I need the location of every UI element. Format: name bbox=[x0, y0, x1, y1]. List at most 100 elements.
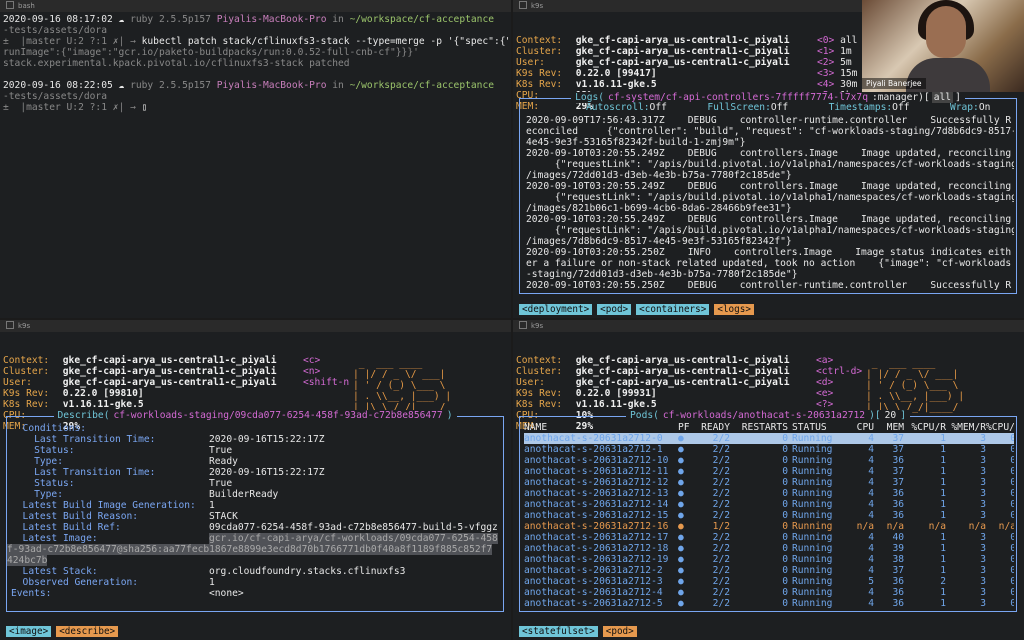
pod-row[interactable]: anothacat-s-20631a2712-18 ● 2/2 0 Running 4 39… bbox=[524, 543, 1014, 554]
column-header[interactable]: CPU bbox=[850, 422, 874, 433]
pod-row[interactable]: anothacat-s-20631a2712-15 ● 2/2 0 Running 4 36… bbox=[524, 510, 1014, 521]
breadcrumb-item[interactable]: <logs> bbox=[714, 304, 754, 315]
pod-row[interactable]: anothacat-s-20631a2712-2 ● 2/2 0 Running 4 37 1… bbox=[524, 565, 1014, 576]
pod-cell: 2/2 bbox=[712, 532, 730, 543]
pod-cell: 3 bbox=[980, 532, 986, 543]
breadcrumb-item[interactable]: <pod> bbox=[602, 626, 637, 637]
pod-name: anothacat-s-20631a2712-1 bbox=[524, 444, 663, 455]
pods-table[interactable]: NAME PF READY RESTARTS STATUS CPU MEM %CPU/R %ME… bbox=[524, 422, 1014, 609]
bash-pane[interactable]: bash 2020-09-16 08:17:02 ☁ ruby 2.5.5p15… bbox=[0, 0, 511, 318]
column-header[interactable]: %CPU/L bbox=[986, 422, 1014, 433]
describe-value: org.cloudfoundry.stacks.cflinuxfs3 bbox=[209, 566, 406, 577]
pod-cell: ● bbox=[678, 510, 684, 521]
pod-row[interactable]: anothacat-s-20631a2712-13 ● 2/2 0 Running 4 36… bbox=[524, 488, 1014, 499]
column-header[interactable]: RESTARTS bbox=[730, 422, 788, 433]
info-value: gke_cf-capi-arya_us-central1-c_piyali bbox=[57, 377, 277, 388]
describe-row: Latest Stack: org.cloudfoundry.stacks.cfl… bbox=[11, 566, 501, 577]
describe-wrap: f-93ad-c72b8e856477@sha256:aa77fecb1867e… bbox=[7, 544, 501, 555]
pod-cell: 2/2 bbox=[712, 543, 730, 554]
log-line: 2020-09-10T03:20:55.249Z DEBUG controlle… bbox=[526, 148, 1012, 159]
pod-row[interactable]: anothacat-s-20631a2712-17 ● 2/2 0 Running 4 40… bbox=[524, 532, 1014, 543]
pod-row[interactable]: anothacat-s-20631a2712-11 ● 2/2 0 Running 4 37… bbox=[524, 466, 1014, 477]
pod-cell: Running bbox=[792, 499, 833, 510]
describe-box[interactable]: Describe(cf-workloads-staging/09cda077-6… bbox=[6, 410, 504, 612]
k9s-pods-pane[interactable]: k9s Context: gke_cf-capi-arya_us-central… bbox=[513, 320, 1024, 640]
cursor[interactable]: ▯ bbox=[142, 102, 148, 113]
pod-cell: 1 bbox=[940, 477, 946, 488]
log-line: {"requestLink": "/apis/build.pivotal.io/… bbox=[526, 159, 1014, 170]
pod-row[interactable]: anothacat-s-20631a2712-10 ● 2/2 0 Running 4 36… bbox=[524, 455, 1014, 466]
pod-cell: 2/2 bbox=[712, 499, 730, 510]
pod-cell: 2/2 bbox=[712, 477, 730, 488]
describe-row: Events: <none> bbox=[11, 588, 501, 599]
pod-cell: 4 bbox=[868, 444, 874, 455]
pod-cell: 3 bbox=[980, 477, 986, 488]
pod-cell: 0 bbox=[1010, 532, 1014, 543]
pod-name: anothacat-s-20631a2712-4 bbox=[524, 587, 663, 598]
pod-cell: 0 bbox=[782, 455, 788, 466]
hotkey[interactable]: <a> bbox=[816, 355, 833, 366]
breadcrumb-item[interactable]: <statefulset> bbox=[519, 626, 598, 637]
bash-output[interactable]: 2020-09-16 08:17:02 ☁ ruby 2.5.5p157 Piy… bbox=[3, 14, 508, 316]
hotkey[interactable]: <?> bbox=[816, 399, 833, 410]
column-header[interactable]: PF bbox=[678, 422, 696, 433]
pod-cell: Running bbox=[792, 433, 833, 444]
pod-row[interactable]: anothacat-s-20631a2712-4 ● 2/2 0 Running 4 36 1… bbox=[524, 587, 1014, 598]
pod-row[interactable]: anothacat-s-20631a2712-14 ● 2/2 0 Running 4 36… bbox=[524, 499, 1014, 510]
hotkey[interactable]: <shift-n bbox=[303, 377, 349, 388]
info-label: K8s Rev: bbox=[3, 399, 50, 410]
pod-cell: ● bbox=[678, 455, 684, 466]
hotkey[interactable]: <0> bbox=[817, 35, 834, 46]
breadcrumb-item[interactable]: <deployment> bbox=[519, 304, 593, 315]
hotkey[interactable]: <d> bbox=[816, 377, 833, 388]
info-value: gke_cf-capi-arya_us-central1-c_piyali bbox=[570, 57, 790, 68]
breadcrumb-item[interactable]: <pod> bbox=[597, 304, 632, 315]
hotkey[interactable]: <4> bbox=[817, 79, 834, 90]
pod-cell: 2/2 bbox=[712, 488, 730, 499]
pod-row[interactable]: anothacat-s-20631a2712-16 ● 1/2 0 Running n/a… bbox=[524, 521, 1014, 532]
pod-row[interactable]: anothacat-s-20631a2712-5 ● 2/2 0 Running 4 36 1… bbox=[524, 598, 1014, 609]
hotkey[interactable]: <1> bbox=[817, 46, 834, 57]
describe-row: Latest Build Image Generation: 1 bbox=[11, 500, 501, 511]
column-header[interactable]: READY bbox=[696, 422, 730, 433]
hotkey[interactable]: <c> bbox=[303, 355, 320, 366]
pods-header: NAME PF READY RESTARTS STATUS CPU MEM %CPU/R %ME… bbox=[524, 422, 1014, 433]
log-lines[interactable]: 2020-09-09T17:56:43.317Z DEBUG controlle… bbox=[526, 115, 1014, 291]
pods-title: Pods(cf-workloads/anothacat-s-20631a2712… bbox=[520, 410, 1016, 421]
breadcrumbs: <deployment> <pod> <containers> <logs> bbox=[519, 304, 759, 315]
breadcrumb-item[interactable]: <describe> bbox=[56, 626, 119, 637]
column-header[interactable]: STATUS bbox=[788, 422, 850, 433]
describe-value: 2020-09-16T15:22:17Z bbox=[209, 434, 325, 445]
pod-cell: 4 bbox=[868, 510, 874, 521]
pod-name: anothacat-s-20631a2712-16 bbox=[524, 521, 669, 532]
pod-row[interactable]: anothacat-s-20631a2712-1 ● 2/2 0 Running 4 37 1… bbox=[524, 444, 1014, 455]
hotkey[interactable]: <e> bbox=[816, 388, 833, 399]
pod-row[interactable]: anothacat-s-20631a2712-0 ● 2/2 0 Running 4 37 1… bbox=[524, 433, 1014, 444]
column-header[interactable]: MEM bbox=[874, 422, 904, 433]
hotkey[interactable]: <2> bbox=[817, 57, 834, 68]
hotkey[interactable]: <3> bbox=[817, 68, 834, 79]
column-header[interactable]: %CPU/R bbox=[904, 422, 946, 433]
k9s-describe-pane[interactable]: k9s Context: gke_cf-capi-arya_us-central… bbox=[0, 320, 511, 640]
describe-rows[interactable]: Conditions: Last Transition Time: 2020-09… bbox=[7, 423, 501, 599]
column-header[interactable]: %MEM/R bbox=[946, 422, 986, 433]
hotkey[interactable]: <ctrl-d> bbox=[816, 366, 862, 377]
pod-cell: 1 bbox=[940, 543, 946, 554]
pod-name: anothacat-s-20631a2712-12 bbox=[524, 477, 669, 488]
logs-box[interactable]: Logs(cf-system/cf-api-controllers-7fffff… bbox=[519, 92, 1017, 294]
column-header[interactable]: NAME bbox=[524, 422, 678, 433]
pod-cell: 37 bbox=[892, 466, 904, 477]
hotkey[interactable]: <n> bbox=[303, 366, 320, 377]
log-line: 2020-09-10T03:20:55.250Z INFO controller… bbox=[526, 247, 1012, 258]
pod-cell: 0 bbox=[782, 488, 788, 499]
breadcrumb-item[interactable]: <containers> bbox=[636, 304, 710, 315]
log-line: /images/72dd01d3-d3eb-4e3b-b75a-7780f2c1… bbox=[526, 170, 792, 181]
pod-row[interactable]: anothacat-s-20631a2712-19 ● 2/2 0 Running 4 38… bbox=[524, 554, 1014, 565]
pod-row[interactable]: anothacat-s-20631a2712-12 ● 2/2 0 Running 4 37… bbox=[524, 477, 1014, 488]
pod-name: anothacat-s-20631a2712-13 bbox=[524, 488, 669, 499]
breadcrumb-item[interactable]: <image> bbox=[6, 626, 52, 637]
pods-box[interactable]: Pods(cf-workloads/anothacat-s-20631a2712… bbox=[519, 410, 1017, 612]
hotkey-row: <a> bbox=[816, 355, 862, 366]
describe-value: 1 bbox=[209, 500, 215, 511]
pod-row[interactable]: anothacat-s-20631a2712-3 ● 2/2 0 Running 5 36 2… bbox=[524, 576, 1014, 587]
